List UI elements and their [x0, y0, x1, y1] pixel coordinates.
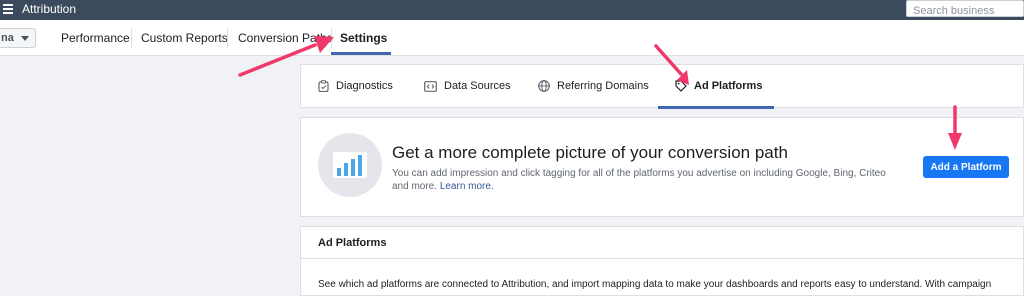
tab-active-indicator	[658, 106, 774, 109]
tab-diagnostics[interactable]: Diagnostics	[318, 80, 393, 92]
hamburger-menu-icon[interactable]	[3, 4, 13, 14]
search-box[interactable]	[906, 0, 1024, 19]
section-title: Ad Platforms	[318, 237, 387, 249]
add-platform-button[interactable]: Add a Platform	[923, 156, 1009, 178]
tag-icon	[675, 80, 687, 92]
ad-platforms-section: Ad Platforms See which ad platforms are …	[300, 226, 1024, 296]
nav-divider	[331, 28, 332, 48]
promo-title: Get a more complete picture of your conv…	[392, 143, 788, 162]
nav-custom-reports[interactable]: Custom Reports	[141, 31, 228, 45]
app-title: Attribution	[22, 2, 77, 16]
tab-data-sources[interactable]: Data Sources	[424, 80, 511, 92]
promo-illustration	[318, 133, 382, 197]
nav-settings[interactable]: Settings	[340, 31, 387, 45]
nav-conversion-paths[interactable]: Conversion Paths	[238, 31, 333, 45]
nav-bar: na Performance Custom Reports Conversion…	[0, 20, 1024, 56]
nav-performance[interactable]: Performance	[61, 31, 130, 45]
tab-label: Ad Platforms	[694, 80, 763, 92]
account-label: na	[1, 32, 14, 44]
add-platform-promo: Get a more complete picture of your conv…	[300, 117, 1024, 217]
tab-label: Data Sources	[444, 80, 511, 92]
top-bar: Attribution	[0, 0, 1024, 20]
account-dropdown[interactable]: na	[0, 28, 36, 48]
bar-chart-icon	[333, 152, 367, 178]
nav-divider	[131, 28, 132, 48]
settings-tabs: Diagnostics Data Sources Referring Domai…	[300, 64, 1024, 109]
tab-referring-domains[interactable]: Referring Domains	[538, 80, 649, 92]
caret-down-icon	[21, 36, 29, 41]
learn-more-link[interactable]: Learn more.	[440, 181, 494, 192]
divider	[301, 258, 1023, 259]
tab-label: Referring Domains	[557, 80, 649, 92]
code-icon	[424, 80, 437, 92]
tab-label: Diagnostics	[336, 80, 393, 92]
tab-ad-platforms[interactable]: Ad Platforms	[675, 80, 762, 92]
section-description: See which ad platforms are connected to …	[318, 279, 992, 290]
search-input[interactable]	[907, 3, 1023, 19]
promo-description: You can add impression and click tagging…	[392, 167, 892, 193]
nav-active-indicator	[331, 52, 391, 55]
nav-divider	[227, 28, 228, 48]
globe-icon	[538, 80, 550, 92]
clipboard-icon	[318, 80, 329, 92]
